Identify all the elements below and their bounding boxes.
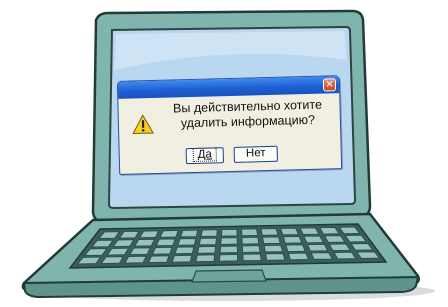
keyboard-key [177, 238, 197, 246]
keyboard-key [285, 244, 306, 252]
yes-label: Да [192, 147, 218, 162]
keyboard-key [159, 230, 179, 238]
keyboard-key [333, 251, 357, 260]
keyboard-key [265, 253, 286, 261]
keyboard-key [155, 238, 176, 247]
keyboard-key [200, 229, 218, 237]
keyboard-key [262, 236, 281, 244]
keyboard-key [197, 246, 216, 254]
keyboard-key [303, 235, 324, 244]
keyboard-key [198, 237, 217, 246]
keyboard-key [124, 255, 147, 264]
keyboard-key [241, 236, 260, 245]
keyboard-key [287, 252, 310, 261]
keyboard-key [171, 254, 193, 263]
keyboard-key [241, 228, 258, 237]
keyboard-key [151, 246, 173, 255]
yes-button[interactable]: Да [185, 147, 224, 165]
dialog-titlebar: ✕ [117, 76, 340, 99]
keyboard-key [221, 228, 238, 237]
touchpad [191, 269, 267, 283]
no-button[interactable]: Нет [233, 145, 278, 163]
close-button[interactable]: ✕ [322, 78, 337, 92]
message-line-2: удалить информацию? [180, 112, 316, 131]
confirm-dialog: ✕ Вы действительно хотите удалить информ… [116, 75, 343, 175]
keyboard-key [310, 252, 333, 260]
keyboard-key [263, 244, 284, 253]
keyboard-key [147, 255, 170, 263]
keyboard-key [195, 254, 216, 263]
keyboard-key [174, 246, 195, 255]
warning-icon [132, 114, 155, 135]
keyboard-key [242, 245, 261, 253]
keyboard-key [219, 245, 238, 254]
keyboard-key [219, 254, 238, 262]
keyboard-key [260, 228, 279, 236]
keyboard-key [134, 238, 156, 247]
keyboard-key [129, 247, 151, 255]
keyboard-key [328, 243, 351, 251]
keyboard-key [299, 227, 320, 235]
keyboard-key [280, 227, 299, 236]
keyboard-key [242, 253, 262, 262]
keyboard-key [180, 229, 199, 238]
keyboard-key [220, 237, 238, 245]
keyboard-key [282, 236, 303, 244]
keyboard-key [307, 243, 329, 252]
dialog-message: Вы действительно хотите удалить информац… [162, 97, 333, 131]
